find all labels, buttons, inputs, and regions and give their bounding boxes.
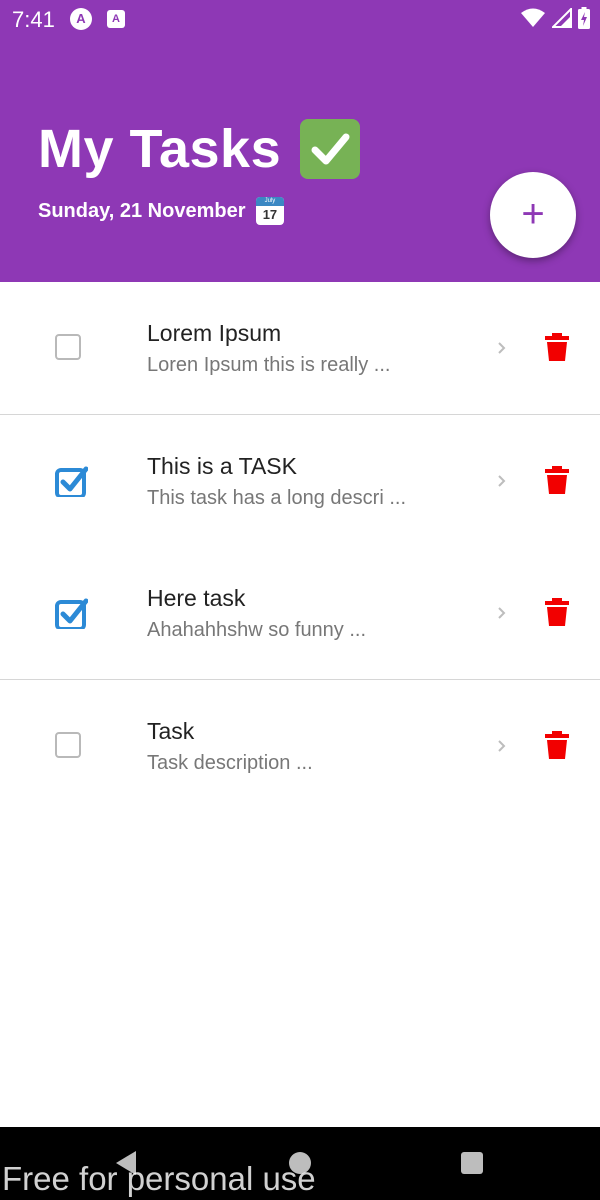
status-icons bbox=[519, 7, 590, 31]
signal-icon bbox=[551, 8, 572, 28]
calendar-icon: July 17 bbox=[255, 197, 284, 225]
status-time: 7:41 bbox=[12, 7, 55, 32]
trash-icon[interactable] bbox=[545, 466, 569, 494]
trash-icon[interactable] bbox=[545, 598, 569, 626]
add-task-button[interactable]: + bbox=[490, 172, 576, 258]
chevron-right-icon[interactable] bbox=[494, 734, 510, 758]
check-mark-emoji-icon bbox=[299, 119, 360, 179]
task-title: This is a TASK bbox=[147, 453, 297, 479]
task-description: Task description ... bbox=[147, 752, 313, 774]
task-list: Lorem Ipsum Loren Ipsum this is really .… bbox=[0, 282, 600, 812]
task-description: Ahahahhshw so funny ... bbox=[147, 619, 367, 641]
chevron-right-icon[interactable] bbox=[494, 336, 510, 360]
status-bar: 7:41 A A bbox=[0, 0, 600, 38]
chevron-right-icon[interactable] bbox=[494, 601, 510, 625]
calendar-day: 17 bbox=[262, 207, 278, 222]
task-checkbox-checked[interactable] bbox=[54, 463, 88, 497]
task-title: Lorem Ipsum bbox=[147, 320, 282, 346]
task-row[interactable]: Lorem Ipsum Loren Ipsum this is really .… bbox=[0, 282, 600, 415]
task-row[interactable]: Here task Ahahahhshw so funny ... bbox=[0, 547, 600, 680]
app-square-a-icon: A bbox=[107, 10, 125, 28]
trash-icon[interactable] bbox=[545, 333, 569, 361]
task-description: This task has a long descri ... bbox=[147, 487, 407, 509]
task-title: Task bbox=[147, 718, 195, 744]
date-row: Sunday, 21 November July 17 bbox=[38, 197, 284, 227]
title-row: My Tasks bbox=[38, 118, 360, 184]
task-row[interactable]: This is a TASK This task has a long desc… bbox=[0, 415, 600, 547]
wifi-icon bbox=[521, 8, 546, 27]
app-a-icon: A bbox=[70, 8, 92, 30]
trash-icon[interactable] bbox=[545, 731, 569, 759]
date-label: Sunday, 21 November bbox=[38, 199, 246, 222]
task-row[interactable]: Task Task description ... bbox=[0, 680, 600, 812]
watermark: Free for personal use bbox=[2, 1160, 316, 1197]
task-checkbox-unchecked[interactable] bbox=[55, 732, 81, 758]
chevron-right-icon[interactable] bbox=[494, 469, 510, 493]
calendar-month: July bbox=[255, 197, 284, 206]
task-description: Loren Ipsum this is really ... bbox=[147, 354, 391, 376]
task-checkbox-unchecked[interactable] bbox=[55, 334, 81, 360]
recents-icon[interactable] bbox=[461, 1152, 483, 1174]
page-title: My Tasks bbox=[38, 119, 282, 179]
task-checkbox-checked[interactable] bbox=[54, 595, 88, 629]
task-title: Here task bbox=[147, 585, 246, 611]
battery-charging-icon bbox=[578, 7, 590, 29]
